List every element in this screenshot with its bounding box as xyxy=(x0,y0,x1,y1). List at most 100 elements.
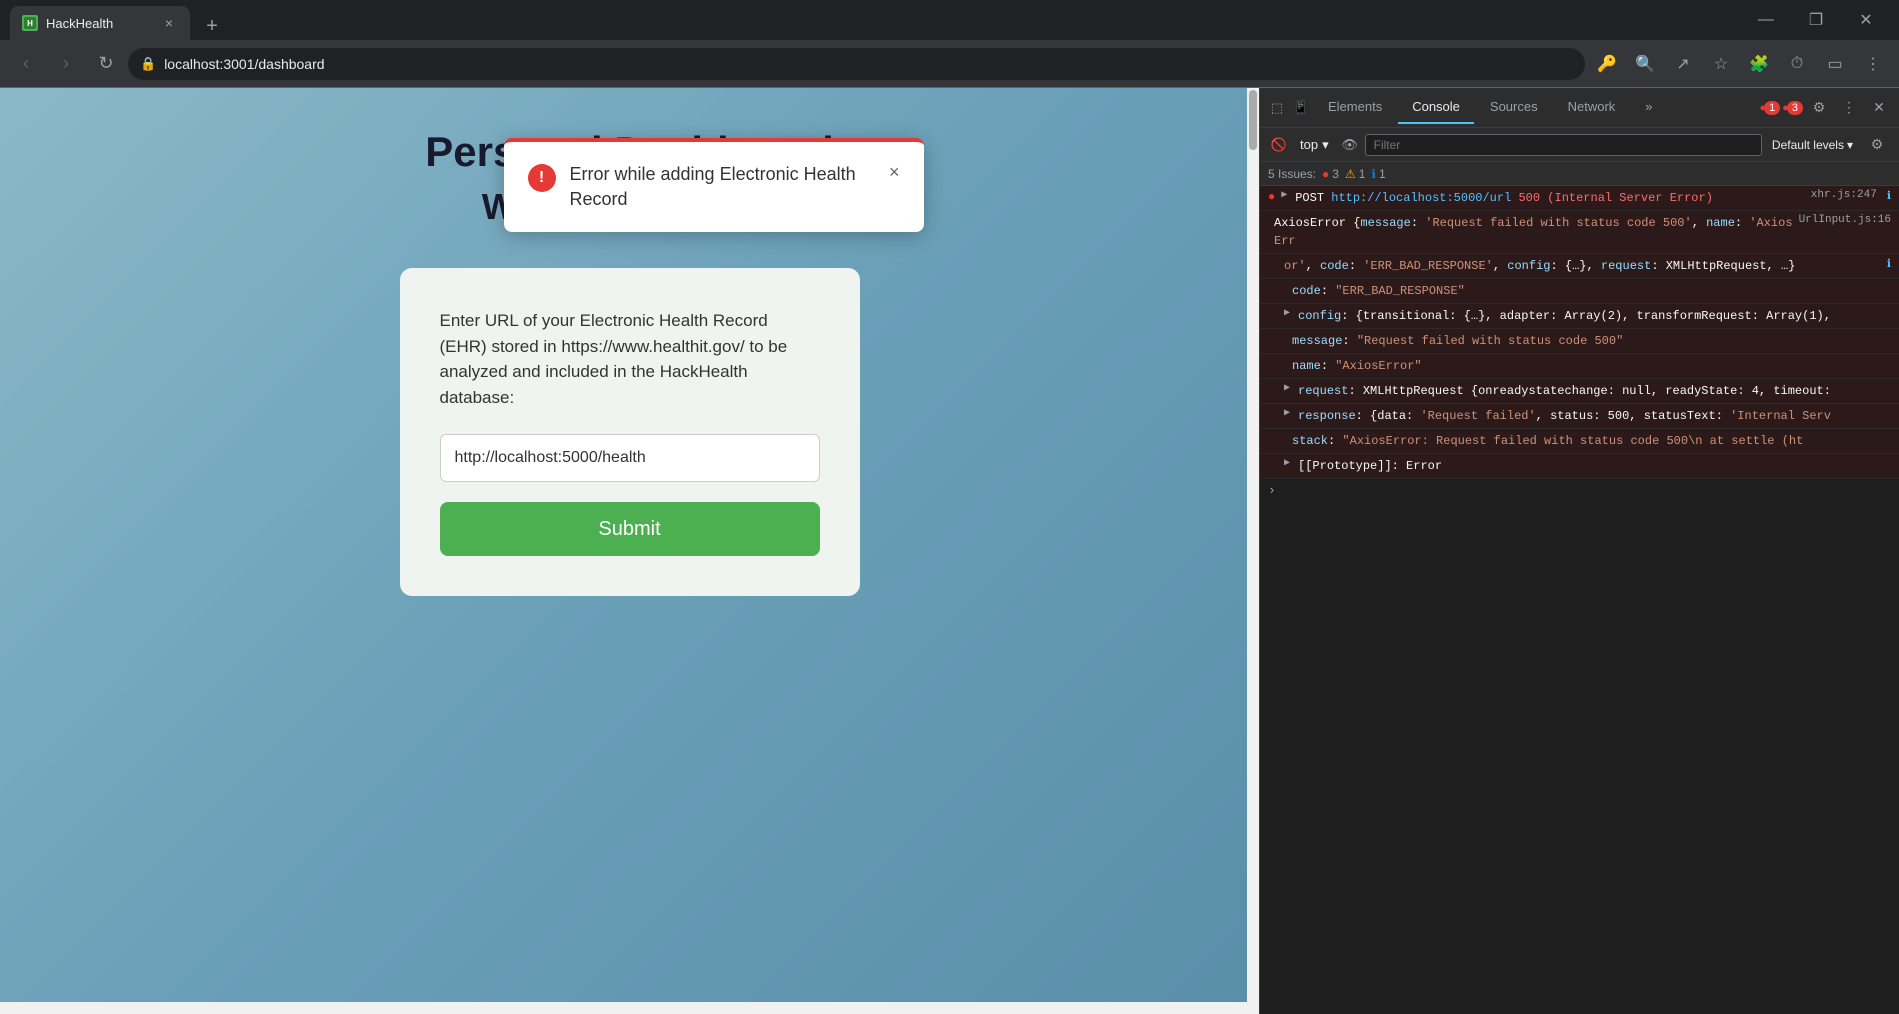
forward-button[interactable]: › xyxy=(48,46,84,82)
console-text-request: request: XMLHttpRequest {onreadystatecha… xyxy=(1298,382,1891,400)
window-controls: — ❐ ✕ xyxy=(1743,0,1889,40)
console-prop-code: code: "ERR_BAD_RESPONSE" xyxy=(1260,279,1899,304)
console-clear-icon[interactable]: 🚫 xyxy=(1268,134,1290,156)
console-text-cont: or', code: 'ERR_BAD_RESPONSE', config: {… xyxy=(1284,257,1881,275)
tab-network[interactable]: Network xyxy=(1554,92,1630,124)
console-text-code: code: "ERR_BAD_RESPONSE" xyxy=(1292,282,1891,300)
console-prop-stack: stack: "AxiosError: Request failed with … xyxy=(1260,429,1899,454)
browser-toolbar: ‹ › ↻ 🔒 localhost:3001/dashboard 🔑 🔍 ↗ ☆… xyxy=(0,40,1899,88)
web-content: ! Error while adding Electronic Health R… xyxy=(0,88,1259,1014)
console-text-1: POST http://localhost:5000/url 500 (Inte… xyxy=(1295,189,1805,207)
console-prop-message: message: "Request failed with status cod… xyxy=(1260,329,1899,354)
context-label: top xyxy=(1300,137,1318,152)
expand-arrow-1[interactable]: ▶ xyxy=(1281,189,1287,201)
tab-console[interactable]: Console xyxy=(1398,92,1474,124)
maximize-button[interactable]: ❐ xyxy=(1793,0,1839,40)
console-link-1[interactable]: xhr.js:247 xyxy=(1811,189,1877,201)
ehr-description: Enter URL of your Electronic Health Reco… xyxy=(440,308,820,410)
level-label: Default levels xyxy=(1772,138,1844,152)
error-message: Error while adding Electronic Health Rec… xyxy=(570,162,875,212)
console-prop-response: ▶ response: {data: 'Request failed', sta… xyxy=(1260,404,1899,429)
console-prop-name: name: "AxiosError" xyxy=(1260,354,1899,379)
issues-bar: 5 Issues: ● 3 ⚠ 1 ℹ 1 xyxy=(1260,162,1899,186)
close-window-button[interactable]: ✕ xyxy=(1843,0,1889,40)
submit-button[interactable]: Submit xyxy=(440,502,820,556)
console-text-name: name: "AxiosError" xyxy=(1292,357,1891,375)
devtools-close-icon[interactable]: ✕ xyxy=(1865,94,1893,122)
tab-elements[interactable]: Elements xyxy=(1314,92,1396,124)
console-sub-toolbar: 🚫 top ▾ 👁 Default levels ▾ ⚙ xyxy=(1260,128,1899,162)
level-selector[interactable]: Default levels ▾ xyxy=(1766,136,1859,154)
menu-icon[interactable]: ⋮ xyxy=(1855,46,1891,82)
horizontal-scrollbar[interactable] xyxy=(0,1002,1247,1014)
tab-close-button[interactable]: × xyxy=(160,14,178,32)
active-tab[interactable]: H HackHealth × xyxy=(10,6,190,40)
key-icon[interactable]: 🔑 xyxy=(1589,46,1625,82)
bookmark-icon[interactable]: ☆ xyxy=(1703,46,1739,82)
console-prop-request: ▶ request: XMLHttpRequest {onreadystatec… xyxy=(1260,379,1899,404)
tab-favicon: H xyxy=(22,15,38,31)
lock-icon: 🔒 xyxy=(140,56,156,72)
console-prop-prototype: ▶ [[Prototype]]: Error xyxy=(1260,454,1899,479)
console-text-response: response: {data: 'Request failed', statu… xyxy=(1298,407,1891,425)
error-circle-icon: ● xyxy=(1268,190,1275,204)
console-text-config: config: {transitional: {…}, adapter: Arr… xyxy=(1298,307,1891,325)
issues-warnings-badge: ⚠ 1 xyxy=(1345,167,1365,181)
error-badge-1: 1 xyxy=(1764,101,1780,115)
console-settings-icon[interactable]: ⚙ xyxy=(1863,131,1891,159)
toolbar-icons: 🔑 🔍 ↗ ☆ 🧩 ⏱ ▭ ⋮ xyxy=(1589,46,1891,82)
level-arrow: ▾ xyxy=(1847,138,1853,152)
context-arrow: ▾ xyxy=(1322,137,1329,153)
address-bar[interactable]: 🔒 localhost:3001/dashboard xyxy=(128,48,1585,80)
extensions-icon[interactable]: 🧩 xyxy=(1741,46,1777,82)
address-text: localhost:3001/dashboard xyxy=(164,56,1573,72)
devtools-toolbar: ⬚ 📱 Elements Console Sources Network » ●… xyxy=(1260,88,1899,128)
profile-icon[interactable]: ⏱ xyxy=(1779,46,1815,82)
error-close-button[interactable]: × xyxy=(889,162,900,183)
tab-more[interactable]: » xyxy=(1631,92,1666,124)
issues-errors-badge: ● 3 xyxy=(1322,167,1339,181)
expand-prototype[interactable]: ▶ xyxy=(1284,457,1290,469)
svg-text:H: H xyxy=(27,19,33,28)
prompt-chevron: › xyxy=(1268,483,1276,498)
back-button[interactable]: ‹ xyxy=(8,46,44,82)
context-selector[interactable]: top ▾ xyxy=(1294,135,1335,155)
expand-config[interactable]: ▶ xyxy=(1284,307,1290,319)
devtools-more-icon[interactable]: ⋮ xyxy=(1835,94,1863,122)
devtools-device-icon[interactable]: 📱 xyxy=(1290,97,1312,119)
console-link-2[interactable]: UrlInput.js:16 xyxy=(1799,214,1891,226)
zoom-icon[interactable]: 🔍 xyxy=(1627,46,1663,82)
issues-label: 5 Issues: xyxy=(1268,167,1316,181)
error-badge-2: 3 xyxy=(1787,101,1803,115)
console-text-prototype: [[Prototype]]: Error xyxy=(1298,457,1891,475)
console-text-stack: stack: "AxiosError: Request failed with … xyxy=(1292,432,1891,450)
expand-request[interactable]: ▶ xyxy=(1284,382,1290,394)
title-bar: H HackHealth × + — ❐ ✕ xyxy=(0,0,1899,40)
issues-info-badge: ℹ 1 xyxy=(1371,167,1385,181)
new-tab-button[interactable]: + xyxy=(198,12,226,40)
devtools-settings-icon[interactable]: ⚙ xyxy=(1805,94,1833,122)
vertical-scrollbar[interactable] xyxy=(1247,88,1259,1014)
sidebar-icon[interactable]: ▭ xyxy=(1817,46,1853,82)
devtools-inspect-icon[interactable]: ⬚ xyxy=(1266,97,1288,119)
console-line-2: AxiosError {message: 'Request failed wit… xyxy=(1260,211,1899,254)
console-eye-icon[interactable]: 👁 xyxy=(1339,134,1361,156)
console-text-2: AxiosError {message: 'Request failed wit… xyxy=(1274,214,1793,250)
error-toast: ! Error while adding Electronic Health R… xyxy=(504,138,924,232)
minimize-button[interactable]: — xyxy=(1743,0,1789,40)
ehr-card: Enter URL of your Electronic Health Reco… xyxy=(400,268,860,596)
ehr-url-input[interactable] xyxy=(440,434,820,482)
console-prompt: › xyxy=(1260,479,1899,502)
tab-title: HackHealth xyxy=(46,16,152,31)
tab-sources[interactable]: Sources xyxy=(1476,92,1552,124)
console-line-1: ● ▶ POST http://localhost:5000/url 500 (… xyxy=(1260,186,1899,211)
refresh-button[interactable]: ↻ xyxy=(88,46,124,82)
error-icon: ! xyxy=(528,164,556,192)
share-icon[interactable]: ↗ xyxy=(1665,46,1701,82)
scrollbar-thumb[interactable] xyxy=(1249,90,1257,150)
expand-response[interactable]: ▶ xyxy=(1284,407,1290,419)
tab-area: H HackHealth × + xyxy=(10,0,226,40)
console-filter-input[interactable] xyxy=(1365,134,1762,156)
console-line-cont: or', code: 'ERR_BAD_RESPONSE', config: {… xyxy=(1260,254,1899,279)
devtools-panel: ⬚ 📱 Elements Console Sources Network » ●… xyxy=(1259,88,1899,1014)
